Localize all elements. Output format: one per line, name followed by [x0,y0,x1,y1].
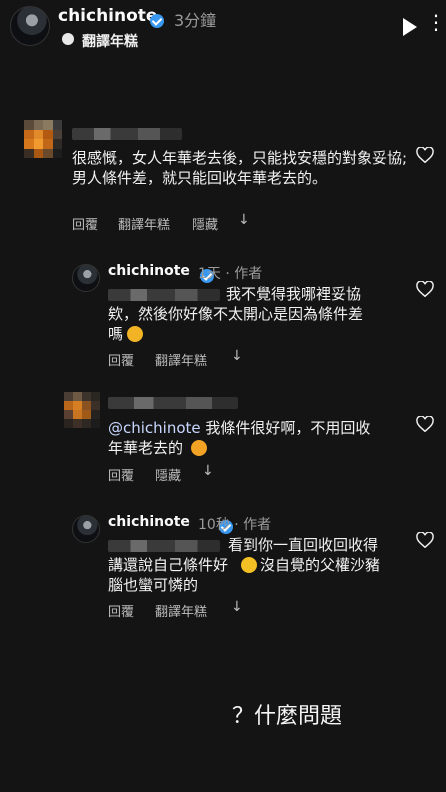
play-icon[interactable] [403,18,417,36]
author-reply-avatar[interactable] [72,515,100,543]
reply-button[interactable]: 回覆 [108,465,134,484]
commenter-name-redacted [72,128,182,140]
mention-redacted [108,540,220,552]
heart-eyes-emoji-icon [127,326,143,342]
like-heart-icon[interactable] [416,532,434,548]
like-heart-icon[interactable] [416,281,434,297]
reply-meta: 1天 · 作者 [198,266,263,282]
reply-text-line1: 看到你一直回收回收得 [228,536,379,554]
commenter-avatar-pixelated[interactable] [24,120,62,158]
reply-text-line2: 欸，然後你好像不太開心是因為條件差 [108,305,364,323]
reply-text-line1: 我不覺得我哪裡妥協 [226,285,362,303]
translate-button[interactable]: 翻譯年糕 [155,601,207,620]
verified-badge-icon [150,13,164,28]
reply-button[interactable]: 回覆 [108,350,134,369]
commenter-avatar-pixelated[interactable] [64,392,100,428]
reply-text-line2b: 沒自覺的父權沙豬 [260,556,381,574]
reply-text-line2: 講還說自己條件好 [108,556,229,574]
reply-text-line3: 嗎 [108,325,124,343]
mention-redacted [108,289,220,301]
translate-button[interactable]: 翻譯年糕 [118,214,170,233]
arrow-down-icon[interactable]: ↓ [202,463,214,479]
arrow-down-icon[interactable]: ↓ [238,212,250,228]
post-timestamp: 3分鐘 [174,11,217,30]
comment-line2: 年華老去的 [108,439,184,457]
arrow-down-icon[interactable]: ↓ [231,348,243,364]
comment-text: 很感慨，女人年華老去後，只能找安穩的對象妥協;男人條件差，就只能回收年華老去的。 [72,149,408,187]
arrow-down-icon[interactable]: ↓ [231,599,243,615]
commenter-name-redacted [108,397,238,409]
author-reply-avatar[interactable] [72,264,100,292]
reply-username[interactable]: chichinote [108,263,190,279]
author-avatar[interactable] [10,6,50,46]
like-heart-icon[interactable] [416,147,434,163]
hide-button[interactable]: 隱藏 [192,214,218,233]
post-author-username[interactable]: chichinote [58,6,157,26]
translate-icon [62,33,74,45]
reply-text-line3: 腦也蠻可憐的 [108,576,199,594]
mention-link[interactable]: @chichinote [108,419,201,437]
translate-link[interactable]: 翻譯年糕 [82,31,138,51]
smiling-hearts-emoji-icon [191,440,207,456]
more-options-icon[interactable]: ⋮ [426,12,446,32]
translate-button[interactable]: 翻譯年糕 [155,350,207,369]
like-heart-icon[interactable] [416,416,434,432]
overlay-caption: ？什麼問題 [232,704,343,729]
comment-line1: @chichinote 我條件很好啊，不用回收 [108,419,371,437]
reply-username[interactable]: chichinote [108,514,190,530]
reply-button[interactable]: 回覆 [108,601,134,620]
smiling-emoji-icon [241,557,257,573]
hide-button[interactable]: 隱藏 [155,465,181,484]
reply-button[interactable]: 回覆 [72,214,98,233]
reply-meta: 10秒 · 作者 [198,517,272,533]
